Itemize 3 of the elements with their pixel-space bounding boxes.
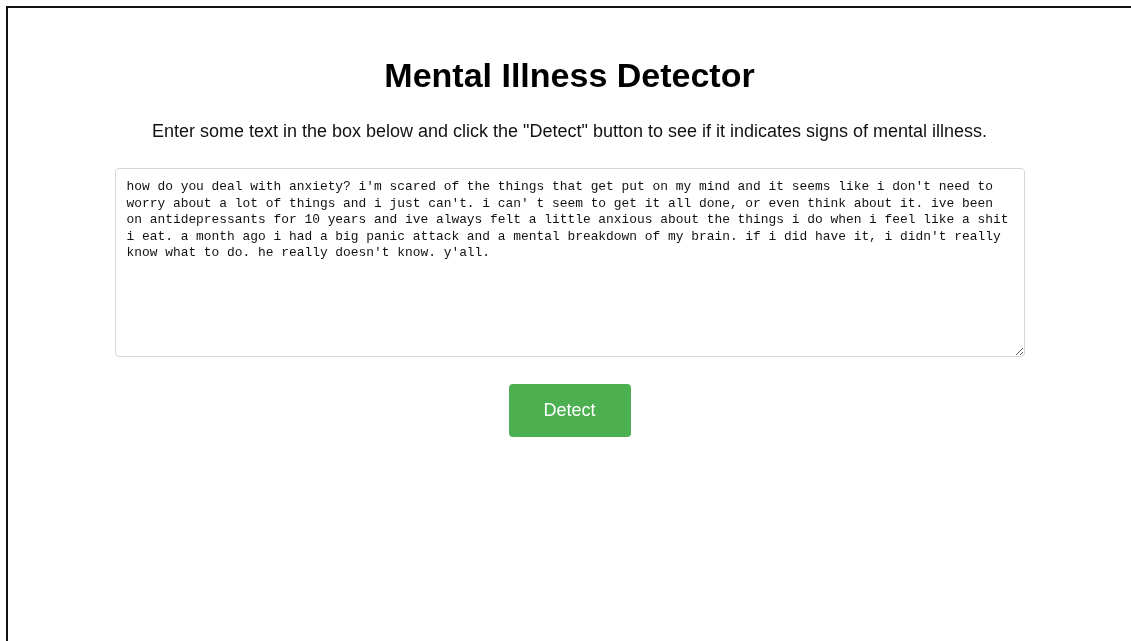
page-title: Mental Illness Detector xyxy=(384,56,755,95)
instructions-text: Enter some text in the box below and click the "Detect" button to see if it indicates signs of mental illness. xyxy=(151,121,988,142)
text-input-field[interactable]: how do you deal with anxiety? i'm scared of the things that get put on my mind and it seems like i don't need to worry about a lot of things and i just can't. i can' t seem to get it all done, or even think about it. ive been on antidepressants for 10 years and ive always felt a little anxious about the things i do when i feel like a shit i eat. a month ago i had a big panic attack and a mental breakdown of my brain. if i did have it, i didn't really know what to do. he really doesn't know. y'all. xyxy=(114,168,1025,357)
